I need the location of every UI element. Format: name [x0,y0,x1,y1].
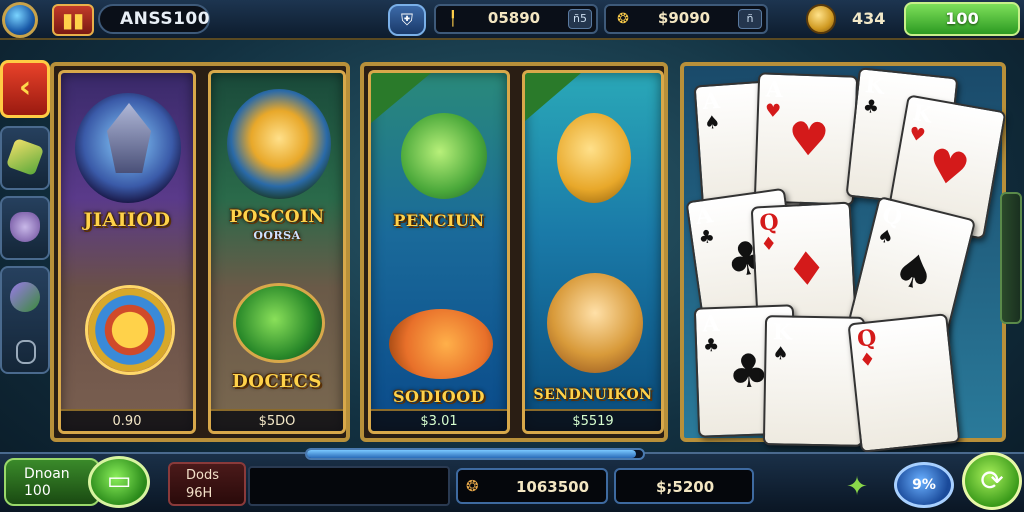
game-card-sendnuikon[interactable]: SENDNUIKON $5519 [522,70,664,434]
card-suit: ♥ [764,100,782,123]
bottom-stat-1: ❂ 1063500 [456,468,608,504]
playing-card[interactable]: A ♥ ♥ [753,72,859,206]
samurai-fish [547,273,643,373]
sword-icon [5,137,45,177]
mode-panel[interactable]: Dnoan 100 [4,458,100,506]
sidebar-item-gem[interactable] [0,266,50,374]
mask-icon [10,212,40,242]
balance-display: ANSS100 [98,4,210,34]
palm-leaves [371,73,431,123]
card-price: $5519 [525,409,661,431]
wand-stat-value: 05890 [487,9,541,27]
mode-value: 100 [24,483,51,499]
bottom-stat-1-value: 1063500 [516,478,590,496]
chat-button[interactable]: ▭ [88,456,150,508]
card-suit: ♠ [875,224,896,250]
treasure-icon: ❂ [617,11,629,27]
card-center-suit: ♦ [784,240,829,297]
game-panel-middle: PENCIUN SODIOOD $3.01 SENDNUIKON $5519 [360,62,668,442]
menu-icon: ▮▮ [61,8,84,32]
card-title: POSCOIN [229,207,325,227]
card-rank: A [765,76,784,104]
card-suit: ♣ [697,225,717,250]
card-bottom-title: SODIOOD [392,387,486,406]
anglerfish [389,309,493,379]
card-rank: Q [855,324,878,353]
shield-icon: ⛨ [400,10,413,29]
star-icon[interactable]: ✦ [840,470,874,504]
coin-value: 434 [852,9,886,28]
progress-fill [307,450,637,458]
card-rank: K [910,99,935,129]
card-center-suit: ♥ [923,137,974,198]
treasure-stat-button[interactable]: ñ [738,9,762,29]
coin-icon [806,4,836,34]
wand-stat: ╿ 05890 ñ5 [434,4,598,34]
card-center-suit: ♥ [787,111,831,167]
treasure-icon: ❂ [466,477,479,495]
side-handle[interactable] [1000,192,1022,324]
sidebar-item-mask[interactable] [0,196,50,260]
card-rank: A [701,310,720,338]
progress-bar [305,448,645,460]
card-title: JIAIIOD [83,209,171,231]
bottom-stat-2-value: $;5200 [656,478,715,496]
wand-stat-button[interactable]: ñ5 [568,9,592,29]
fish-icon [233,283,325,363]
game-card-jiaiiod[interactable]: JIAIIOD 0.90 [58,70,196,434]
percent-button[interactable]: 9% [894,462,954,508]
shield-button[interactable]: ⛨ [388,4,426,36]
card-rank: Q [758,209,780,237]
card-bottom-title: DOCECS [232,371,322,392]
card-rank: A [693,202,715,231]
odds-badge[interactable]: Dods 96H [168,462,246,506]
card-subtitle: OORSA [253,229,301,242]
chat-icon: ▭ [106,466,132,496]
bottom-stat-2: $;5200 [614,468,754,504]
palm-leaves [525,73,581,121]
card-price: 0.90 [61,409,193,431]
back-button[interactable]: ‹ [0,60,50,118]
globe-icon[interactable] [2,2,38,38]
mode-label: Dnoan [24,466,70,482]
refresh-icon: ⟳ [980,464,1004,497]
wand-icon: ╿ [448,11,458,27]
card-rank: A [701,87,721,116]
odds-value: 96H [186,486,213,501]
game-panel-left: JIAIIOD 0.90 POSCOIN OORSA DOCECS $5DO [50,62,350,442]
card-suit: ♣ [702,334,720,357]
odds-label: Dods [186,468,219,483]
marlin-fish [401,113,487,199]
card-price: $5DO [211,409,343,431]
portal-emblem [227,89,331,199]
card-price: $3.01 [371,409,507,431]
menu-button[interactable]: ▮▮ [52,4,94,36]
card-suit: ♣ [861,95,881,119]
chevron-left-icon: ‹ [18,70,32,105]
card-suit: ♠ [772,343,789,365]
card-suit: ♠ [703,111,722,134]
card-bottom-title: SENDNUIKON [533,387,653,403]
spin-button[interactable]: ⟳ [962,452,1022,510]
card-table-panel[interactable]: A ♠ A ♥ ♥ K ♣ K ♥ ♥ A ♣ ♣ Q ♦ ♦ Q ♠ ♠ A … [680,62,1007,453]
card-suit: ♥ [907,123,927,147]
toggle-icon[interactable] [16,340,36,364]
wheel-icon [85,285,175,375]
card-rank: K [772,319,793,346]
treasure-stat: ❂ $9090 ñ [604,4,768,34]
card-center-suit: ♠ [888,240,942,303]
game-card-penciun[interactable]: PENCIUN SODIOOD $3.01 [368,70,510,434]
treasure-stat-value: $9090 [657,9,711,27]
gem-icon [10,282,40,312]
archer-fish [557,113,631,203]
game-card-poscoin[interactable]: POSCOIN OORSA DOCECS $5DO [208,70,346,434]
card-suit: ♦ [760,233,778,256]
card-rank: K [863,71,886,100]
sidebar-item-sword[interactable] [0,126,50,190]
card-suit: ♦ [858,348,877,372]
buy-button[interactable]: 100 [904,2,1020,36]
card-title: PENCIUN [393,211,485,230]
playing-card[interactable]: Q ♦ [847,313,961,453]
bet-input[interactable] [248,466,450,506]
